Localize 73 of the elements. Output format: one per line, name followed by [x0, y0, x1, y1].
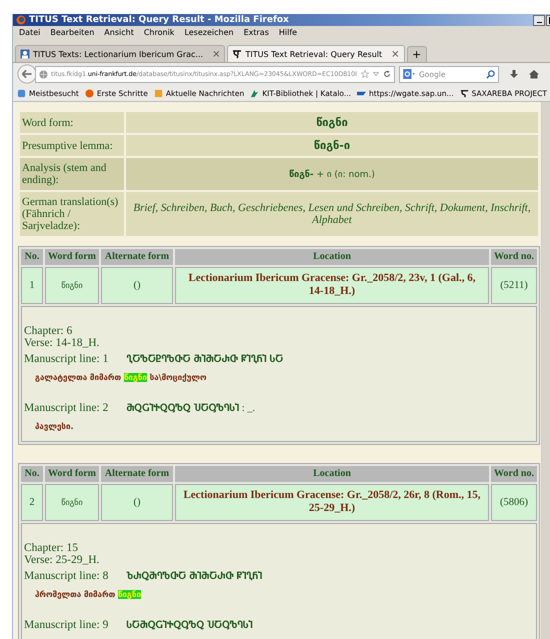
location-link[interactable]: Lectionarium Ibericum Gracense: Gr._2058/2, 26r, 8 (Rom., 15, 25-29_H.) — [175, 484, 489, 521]
column-header: Word form — [45, 466, 99, 482]
column-header: Alternate form — [101, 466, 173, 482]
browser-logo-icon — [16, 15, 26, 25]
browser-tab[interactable]: TITUS Text Retrieval: Query Result × — [227, 45, 405, 62]
menu-item[interactable]: Hilfe — [278, 28, 298, 40]
table-cell: (5211) — [491, 266, 537, 304]
column-header: Word no. — [491, 466, 537, 482]
manuscript-text: ႢႠႪႠႲႤႪႧႠ ႫႨႫႠႰႧ ႼႨႢႬႨ ႱႠ — [126, 355, 284, 365]
translation-value: Brief, Schreiben, Buch, Geschriebenes, Lesen und Schreiben, Schrift, Dokument, Inschrift, Alphabet — [126, 192, 538, 236]
manuscript-line-label: Manuscript line: 8 — [24, 570, 108, 582]
menu-item[interactable]: Extras — [244, 28, 269, 40]
table-cell: () — [101, 266, 173, 304]
star-icon[interactable] — [361, 70, 369, 78]
column-header: Word form — [45, 249, 99, 264]
flag-icon — [357, 88, 366, 98]
glyph-icon — [232, 49, 242, 59]
table-cell: 1 — [21, 266, 43, 304]
close-tab-icon[interactable]: × — [391, 48, 400, 60]
manuscript-line-label: Manuscript line: 9 — [24, 619, 108, 631]
globe-icon — [84, 88, 94, 98]
analysis-value: წიგნ- + ი (ი: nom.) — [126, 158, 538, 190]
field-label: Word form: — [20, 112, 124, 133]
dropdown-icon[interactable] — [372, 70, 380, 78]
person-icon — [20, 49, 30, 59]
word-form-value: წიგნი — [126, 112, 538, 133]
transcription-text: გალატელთა მიმართ წიგნი სა\მოციქულო — [34, 372, 208, 382]
chapter-text: Chapter: 15 — [24, 542, 79, 554]
library-icon — [250, 88, 260, 98]
field-label: Analysis (stem and ending): — [20, 158, 124, 190]
field-label: Presumptive lemma: — [20, 135, 124, 156]
chapter-text: Chapter: 6 — [24, 325, 74, 337]
home-icon[interactable] — [529, 69, 539, 79]
field-label: German translation(s) (Fähnrich / Sarjveladze): — [20, 192, 124, 236]
location-link[interactable]: Lectionarium Ibericum Gracense: Gr._2058/2, 23v, 1 (Gal., 6, 14-18_H.) — [175, 266, 489, 304]
menu-item[interactable]: Lesezeichen — [184, 28, 234, 40]
verse-text: Verse: 25-29_H. — [24, 554, 100, 566]
manuscript-text: ႱႠႫႭႺႨႵႭႳႪႭ ႮႠႳႪႤႱႨ — [126, 621, 253, 631]
minimize-button[interactable] — [533, 14, 545, 26]
close-tab-icon[interactable]: × — [212, 48, 220, 60]
download-icon[interactable] — [509, 69, 519, 79]
verse-text: Verse: 14-18_H. — [24, 337, 100, 349]
table-cell: წიგნი — [45, 484, 99, 521]
globe-icon — [39, 70, 48, 78]
column-header: Location — [175, 249, 489, 264]
window-title: TITUS Text Retrieval: Query Result - Mozilla Firefox — [29, 15, 290, 25]
new-tab-button[interactable]: + — [406, 46, 427, 62]
column-header: Word no. — [491, 249, 537, 264]
search-engine-icon[interactable] — [403, 69, 415, 79]
feed-icon — [154, 88, 163, 98]
manuscript-text: ႦႰႭႫႤႪႧႠ ႫႨႫႠႰႧ ႼႨႢႬႨ — [126, 572, 262, 582]
menu-item[interactable]: Datei — [19, 28, 40, 40]
menu-item[interactable]: Ansicht — [104, 28, 134, 40]
search-icon[interactable] — [486, 70, 495, 78]
transcription-text: პავლესი. — [34, 421, 74, 431]
manuscript-line-label: Manuscript line: 2 — [24, 402, 108, 414]
manuscript-line-label: Manuscript line: 1 — [24, 353, 108, 365]
column-header: Alternate form — [101, 249, 173, 264]
column-header: Location — [175, 466, 489, 482]
menu-item[interactable]: Chronik — [144, 28, 174, 40]
table-cell: 2 — [21, 484, 43, 521]
manuscript-text: ႫႭႺႨႵႭႳႪႭ ႮႠႳႪႤႱႨ : _. — [126, 403, 256, 414]
table-cell: () — [101, 484, 173, 521]
glyph-icon — [460, 88, 469, 98]
reload-icon[interactable] — [383, 70, 391, 78]
transcription-text: ჰრომელთა მიმართ წიგნი — [34, 589, 142, 599]
table-cell: წიგნი — [45, 266, 99, 304]
browser-tab[interactable]: TITUS Texts: Lectionarium Ibericum Grac... × — [15, 45, 226, 62]
table-cell: (5806) — [491, 484, 537, 521]
lemma-value: წიგნ-ი — [126, 135, 538, 156]
column-header: No. — [21, 249, 43, 264]
column-header: No. — [21, 466, 43, 482]
menu-item[interactable]: Bearbeiten — [50, 28, 94, 40]
